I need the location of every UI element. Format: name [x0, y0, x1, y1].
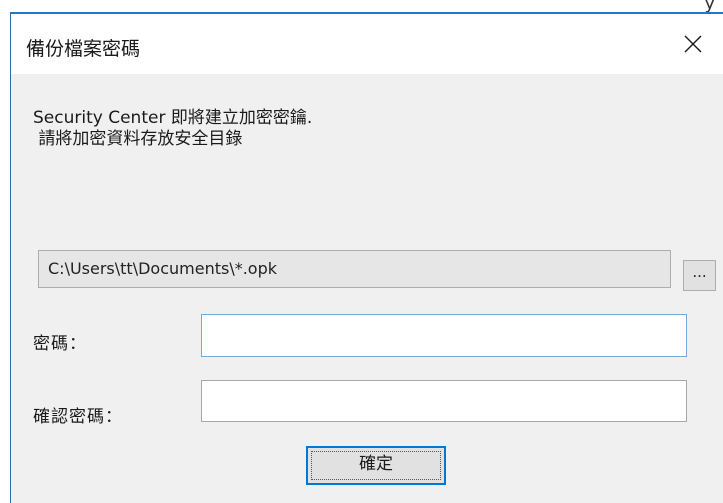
message-line-1: Security Center 即將建立加密密鑰.	[33, 108, 313, 128]
confirm-password-input[interactable]	[201, 380, 687, 422]
dialog-title: 備份檔案密碼	[26, 38, 141, 60]
dialog-message: Security Center 即將建立加密密鑰. 請將加密資料存放安全目錄	[33, 108, 312, 150]
backup-password-dialog: 備份檔案密碼 Security Center 即將建立加密密鑰. 請將加密資料存…	[10, 12, 723, 503]
ok-button-label: 確定	[359, 454, 393, 474]
browse-button[interactable]: ...	[683, 260, 716, 291]
backup-path-field[interactable]: C:\Users\tt\Documents\*.opk	[38, 250, 671, 288]
ok-button[interactable]: 確定	[306, 446, 446, 485]
password-input[interactable]	[201, 314, 687, 357]
close-button[interactable]	[671, 24, 715, 64]
message-line-2: 請將加密資料存放安全目錄	[33, 129, 243, 149]
dialog-titlebar[interactable]: 備份檔案密碼	[11, 14, 723, 74]
password-label: 密碼：	[33, 334, 87, 354]
screen: y 備份檔案密碼 Security Center 即將建立加密密鑰. 請將加密資…	[0, 0, 723, 503]
close-icon	[684, 35, 702, 53]
confirm-password-label: 確認密碼：	[33, 407, 123, 427]
